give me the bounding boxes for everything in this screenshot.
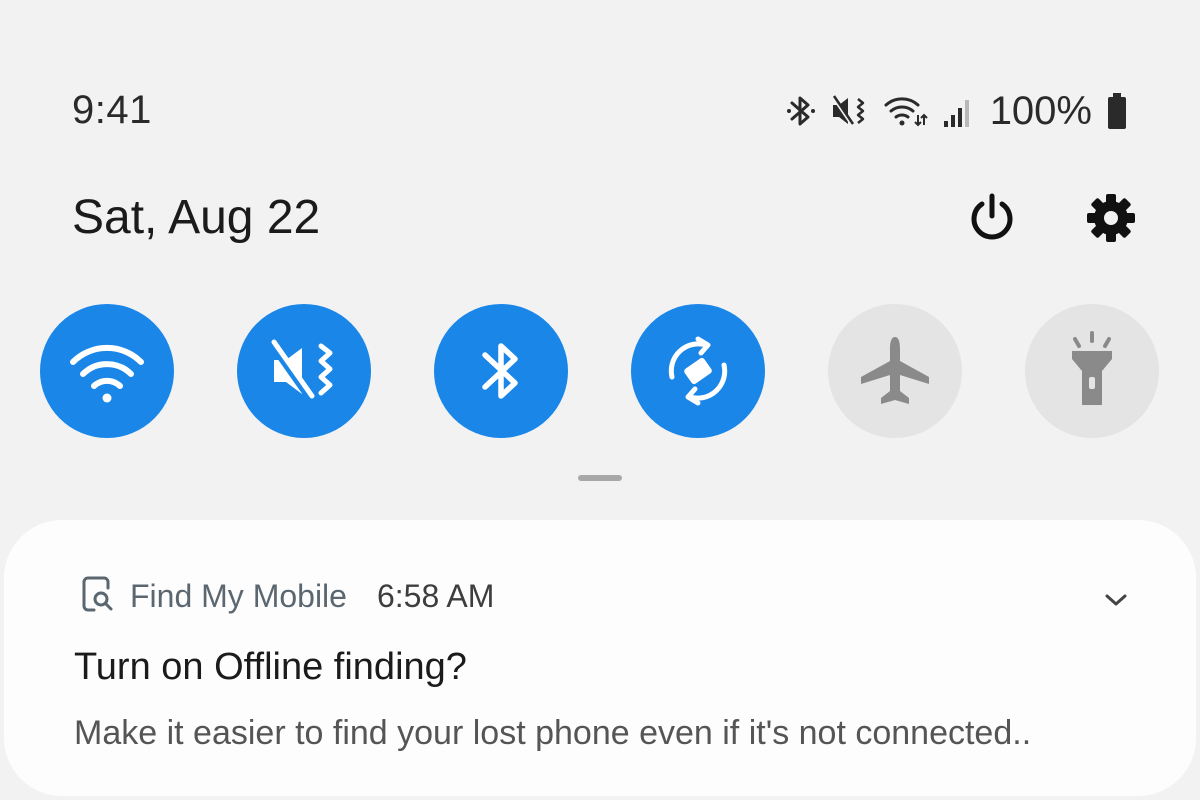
date-label: Sat, Aug 22 <box>72 191 321 244</box>
notification-time: 6:58 AM <box>376 577 495 614</box>
mute-vibrate-icon <box>268 339 333 401</box>
wifi-data-icon <box>884 93 928 129</box>
find-my-mobile-icon <box>76 574 116 619</box>
panel-drag-handle[interactable] <box>578 475 622 481</box>
gear-icon <box>1087 194 1135 242</box>
status-icons: 100% <box>786 86 1128 136</box>
mute-vibrate-icon <box>830 93 870 129</box>
notification-app-name: Find My Mobile <box>130 577 347 614</box>
notification-card[interactable]: Find My Mobile 6:58 AM Turn on Offline f… <box>4 520 1196 796</box>
bluetooth-icon <box>482 343 518 399</box>
battery-icon <box>1106 92 1128 130</box>
auto-rotate-toggle[interactable] <box>631 304 765 438</box>
wifi-toggle[interactable] <box>40 304 174 438</box>
status-time: 9:41 <box>72 88 152 132</box>
flashlight-icon <box>1072 331 1112 405</box>
power-icon <box>971 193 1013 240</box>
chevron-down-icon <box>1105 594 1127 606</box>
bluetooth-toggle[interactable] <box>434 304 568 438</box>
battery-percent: 100% <box>989 88 1092 133</box>
airplane-icon <box>861 337 929 404</box>
wifi-icon <box>70 344 144 403</box>
auto-rotate-icon <box>668 336 728 406</box>
bluetooth-icon <box>786 93 816 129</box>
notification-header: Find My Mobile 6:58 AM <box>76 576 494 616</box>
notification-title: Turn on Offline finding? <box>74 646 467 688</box>
signal-icon <box>942 93 974 129</box>
airplane-mode-toggle[interactable] <box>828 304 962 438</box>
sound-mode-toggle[interactable] <box>237 304 371 438</box>
power-button[interactable] <box>962 188 1022 248</box>
settings-button[interactable] <box>1081 188 1141 248</box>
flashlight-toggle[interactable] <box>1025 304 1159 438</box>
status-bar: 9:41 100% <box>0 0 1200 170</box>
notification-body: Make it easier to find your lost phone e… <box>74 714 1032 752</box>
expand-notification-button[interactable] <box>1100 584 1132 616</box>
